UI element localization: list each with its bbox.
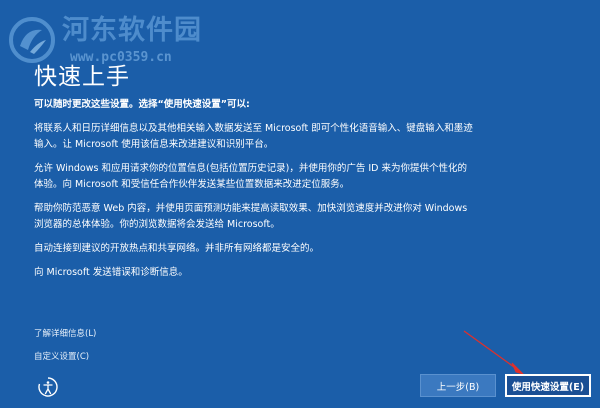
paragraph-diagnostics: 向 Microsoft 发送错误和诊断信息。	[34, 267, 188, 278]
paragraph-network: 自动连接到建议的开放热点和共享网络。并非所有网络都是安全的。	[34, 243, 320, 254]
back-button[interactable]: 上一步(B)	[420, 374, 496, 397]
page-title: 快速上手	[34, 64, 130, 90]
learn-more-link[interactable]: 了解详细信息(L)	[34, 327, 96, 339]
customize-settings-link[interactable]: 自定义设置(C)	[34, 350, 89, 362]
paragraph-input-personalization: 将联系人和日历详细信息以及其他相关输入数据发送至 Microsoft 即可个性化…	[34, 123, 473, 150]
watermark-site-name: 河东软件园	[62, 15, 202, 46]
paragraph-web-protection: 帮助你防范恶意 Web 内容，并使用页面预测功能来提高读取效果、加快浏览速度并改…	[34, 203, 468, 230]
paragraph-location: 允许 Windows 和应用请求你的位置信息(包括位置历史记录)，并使用你的广告…	[34, 163, 468, 190]
intro-text: 可以随时更改这些设置。选择“使用快速设置”可以:	[34, 99, 250, 110]
settings-description: 可以随时更改这些设置。选择“使用快速设置”可以: 将联系人和日历详细信息以及其他…	[34, 97, 474, 289]
use-express-settings-button[interactable]: 使用快速设置(E)	[505, 374, 591, 397]
red-arrow	[463, 330, 525, 376]
ease-of-access-icon[interactable]	[36, 375, 60, 399]
